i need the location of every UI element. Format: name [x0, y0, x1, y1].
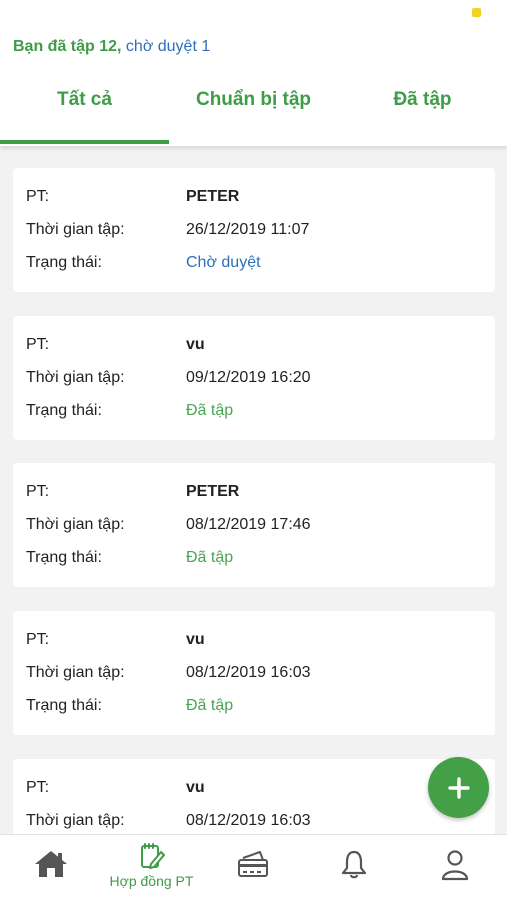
- summary-done-count: Bạn đã tập 12: [13, 38, 118, 55]
- pt-name: vu: [186, 631, 205, 648]
- summary-separator: ,: [117, 38, 126, 55]
- session-card[interactable]: PT: vu Thời gian tập: 08/12/2019 16:03 T…: [13, 759, 495, 834]
- time-label: Thời gian tập:: [26, 516, 125, 533]
- pt-name: PETER: [186, 483, 240, 500]
- tab-bar: Tất cả Chuẩn bị tập Đã tập: [0, 76, 507, 146]
- pt-label: PT:: [26, 631, 50, 648]
- status-badge: Chờ duyệt: [186, 254, 261, 271]
- card-icon: [237, 851, 268, 877]
- status-label: Trạng thái:: [26, 402, 102, 419]
- session-card[interactable]: PT: PETER Thời gian tập: 08/12/2019 17:4…: [13, 463, 495, 587]
- pt-name: vu: [186, 336, 205, 353]
- tab-preparing[interactable]: Chuẩn bị tập: [169, 76, 338, 140]
- status-indicator-icon: [472, 8, 481, 17]
- session-card[interactable]: PT: vu Thời gian tập: 08/12/2019 16:03 T…: [13, 611, 495, 735]
- time-label: Thời gian tập:: [26, 664, 125, 681]
- time-label: Thời gian tập:: [26, 812, 125, 829]
- tab-all[interactable]: Tất cả: [0, 76, 169, 140]
- session-time: 08/12/2019 16:03: [186, 812, 311, 829]
- nav-pt-contract[interactable]: Hợp đồng PT: [101, 835, 202, 900]
- pt-label: PT:: [26, 188, 50, 205]
- pt-label: PT:: [26, 779, 50, 796]
- status-badge: Đã tập: [186, 402, 234, 419]
- session-time: 08/12/2019 16:03: [186, 664, 311, 681]
- session-list[interactable]: PT: PETER Thời gian tập: 26/12/2019 11:0…: [0, 146, 507, 834]
- nav-pt-contract-label: Hợp đồng PT: [109, 873, 194, 889]
- pt-name: vu: [186, 779, 205, 796]
- session-time: 09/12/2019 16:20: [186, 369, 311, 386]
- user-icon: [441, 850, 468, 881]
- status-badge: Đã tập: [186, 697, 234, 714]
- session-time: 26/12/2019 11:07: [186, 221, 310, 238]
- contract-icon: [140, 843, 165, 869]
- status-label: Trạng thái:: [26, 697, 102, 714]
- nav-notifications[interactable]: [303, 835, 404, 900]
- plus-icon: [447, 776, 470, 799]
- pt-name: PETER: [186, 188, 240, 205]
- home-icon: [34, 851, 67, 877]
- nav-profile[interactable]: [404, 835, 505, 900]
- bottom-navigation: Hợp đồng PT: [0, 834, 507, 900]
- time-label: Thời gian tập:: [26, 221, 125, 238]
- session-card[interactable]: PT: PETER Thời gian tập: 26/12/2019 11:0…: [13, 168, 495, 292]
- top-header: Bạn đã tập 12, chờ duyệt 1 Tất cả Chuẩn …: [0, 0, 507, 146]
- active-tab-indicator: [0, 140, 169, 144]
- training-summary: Bạn đã tập 12, chờ duyệt 1: [13, 38, 210, 56]
- summary-pending-count: chờ duyệt 1: [125, 38, 211, 55]
- pt-label: PT:: [26, 483, 50, 500]
- pt-label: PT:: [26, 336, 50, 353]
- nav-home[interactable]: [0, 835, 101, 900]
- status-label: Trạng thái:: [26, 254, 102, 271]
- status-badge: Đã tập: [186, 549, 234, 566]
- session-card[interactable]: PT: vu Thời gian tập: 09/12/2019 16:20 T…: [13, 316, 495, 440]
- nav-card[interactable]: [202, 835, 303, 900]
- tab-completed[interactable]: Đã tập: [338, 76, 507, 140]
- time-label: Thời gian tập:: [26, 369, 125, 386]
- bell-icon: [341, 850, 366, 879]
- status-label: Trạng thái:: [26, 549, 102, 566]
- session-time: 08/12/2019 17:46: [186, 516, 311, 533]
- add-session-button[interactable]: [428, 757, 489, 818]
